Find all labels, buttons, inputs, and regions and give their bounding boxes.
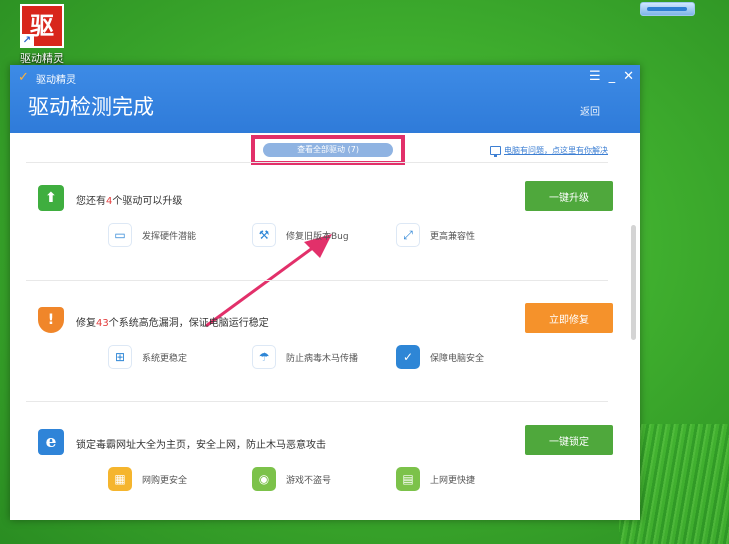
driver-genius-window: 驱动精灵 驱动检测完成 ☰ _ ✕ 返回 查看全部驱动 (7) 电脑有问题，点这… (10, 65, 640, 520)
view-all-drivers-button[interactable]: 查看全部驱动 (7) (263, 143, 393, 157)
shield-icon: ! (38, 307, 64, 333)
monitor-icon (490, 146, 501, 157)
window-header: 驱动精灵 驱动检测完成 ☰ _ ✕ 返回 (10, 65, 640, 133)
minimize-icon[interactable]: _ (609, 69, 616, 84)
close-icon[interactable]: ✕ (623, 69, 634, 84)
desktop-icon-driver-genius[interactable]: 驱 ↗ 驱动精灵 (16, 4, 68, 66)
feature-item: ⤢ 更高兼容性 (396, 223, 540, 247)
scrollbar[interactable] (631, 225, 636, 340)
shop-icon: ▦ (108, 467, 132, 491)
lock-homepage-button[interactable]: 一键锁定 (525, 425, 613, 455)
monitor-icon: ▭ (108, 223, 132, 247)
divider (26, 401, 608, 402)
feature-item: ▭ 发挥硬件潜能 (108, 223, 252, 247)
shield-check-icon: ✓ (396, 345, 420, 369)
arrow-up-icon: ⬆ (38, 185, 64, 211)
help-link[interactable]: 电脑有问题，点这里有你解决 (490, 145, 608, 157)
feature-item: ☂ 防止病毒木马传播 (252, 345, 396, 369)
feature-item: ⚒ 修复旧版本Bug (252, 223, 396, 247)
divider (26, 162, 608, 163)
page-title: 驱动检测完成 (28, 95, 154, 119)
upgrade-features: ▭ 发挥硬件潜能 ⚒ 修复旧版本Bug ⤢ 更高兼容性 (108, 223, 540, 247)
highlight-box: 查看全部驱动 (7) (251, 135, 405, 165)
upgrade-text: 您还有4个驱动可以升级 (76, 196, 183, 207)
ie-icon: e (38, 429, 64, 455)
app-name: 驱动精灵 (18, 70, 76, 87)
wrench-icon: ⚒ (252, 223, 276, 247)
driver-genius-icon: 驱 ↗ (20, 4, 64, 48)
shortcut-arrow-icon: ↗ (20, 34, 34, 48)
desktop-widget[interactable] (640, 2, 695, 16)
repair-text: 修复43个系统高危漏洞，保证电脑运行稳定 (76, 318, 269, 329)
repair-features: ⊞ 系统更稳定 ☂ 防止病毒木马传播 ✓ 保障电脑安全 (108, 345, 540, 369)
windows-icon: ⊞ (108, 345, 132, 369)
expand-icon: ⤢ (396, 223, 420, 247)
feature-item: ✓ 保障电脑安全 (396, 345, 540, 369)
vulnerability-count: 43 (96, 318, 109, 329)
repair-now-button[interactable]: 立即修复 (525, 303, 613, 333)
homepage-features: ▦ 网购更安全 ◉ 游戏不盗号 ▤ 上网更快捷 (108, 467, 540, 491)
back-link[interactable]: 返回 (580, 103, 600, 118)
homepage-lock-text: 锁定毒霸网址大全为主页，安全上网，防止木马恶意攻击 (76, 440, 326, 451)
feature-item: ⊞ 系统更稳定 (108, 345, 252, 369)
feature-item: ▦ 网购更安全 (108, 467, 252, 491)
menu-icon[interactable]: ☰ (589, 69, 601, 84)
upgrade-all-button[interactable]: 一键升级 (525, 181, 613, 211)
gamepad-icon: ◉ (252, 467, 276, 491)
feature-item: ▤ 上网更快捷 (396, 467, 540, 491)
app-logo-icon (18, 70, 32, 85)
desktop-icon-label: 驱动精灵 (20, 52, 64, 65)
feature-item: ◉ 游戏不盗号 (252, 467, 396, 491)
window-controls: ☰ _ ✕ (589, 69, 634, 84)
umbrella-icon: ☂ (252, 345, 276, 369)
browser-icon: ▤ (396, 467, 420, 491)
divider (26, 280, 608, 281)
window-body: 查看全部驱动 (7) 电脑有问题，点这里有你解决 ⬆ 您还有4个驱动可以升级 一… (10, 133, 640, 520)
